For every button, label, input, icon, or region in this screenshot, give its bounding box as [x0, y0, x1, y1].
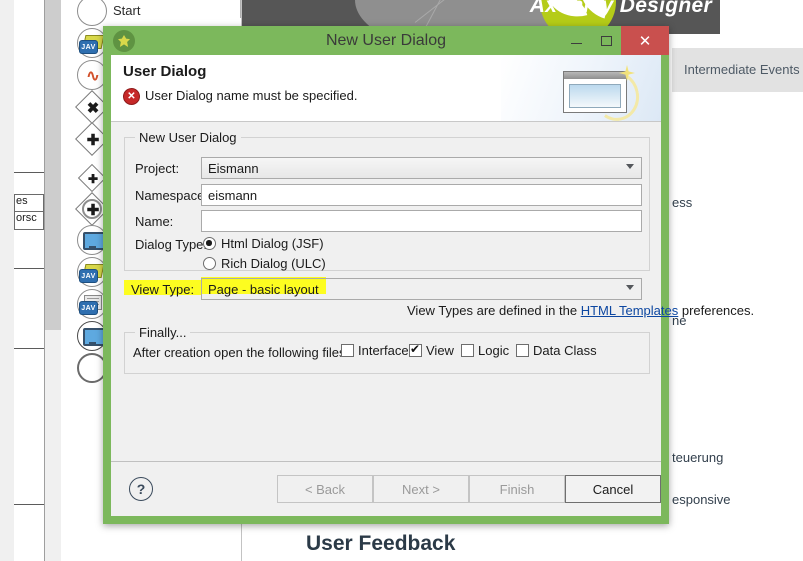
- view-type-combo-value: Page - basic layout: [208, 281, 319, 297]
- cancel-button[interactable]: Cancel: [565, 475, 661, 503]
- radio-label: Html Dialog (JSF): [221, 236, 324, 251]
- outline-column: [14, 0, 45, 561]
- palette-start-row: [105, 0, 241, 18]
- namespace-label: Namespace:: [135, 188, 208, 203]
- group-title: Finally...: [135, 325, 191, 340]
- dialog-heading: User Dialog: [123, 63, 207, 80]
- view-type-label: View Type:: [131, 282, 195, 297]
- maximize-icon: [600, 35, 612, 46]
- dialog-type-label: Dialog Type:: [135, 237, 208, 252]
- chevron-down-icon: [626, 164, 634, 169]
- right-panel: [672, 34, 803, 561]
- project-label: Project:: [135, 161, 180, 176]
- mini-label-field: orsc: [14, 211, 44, 230]
- error-icon: ✕: [123, 88, 140, 105]
- radio-indicator: [203, 257, 216, 270]
- maximize-button[interactable]: [591, 26, 621, 55]
- background-text-fragment: teuerung: [672, 450, 724, 465]
- new-user-dialog-window: New User Dialog ✕ User Dialog ✕ User Dia…: [103, 26, 754, 524]
- html-templates-link[interactable]: HTML Templates: [581, 303, 679, 318]
- window-controls: ✕: [561, 26, 669, 55]
- minimize-button[interactable]: [561, 26, 591, 55]
- background-text-fragment: ess: [672, 195, 693, 210]
- hint-suffix: preferences.: [678, 303, 755, 318]
- editor-left-margin: [0, 0, 15, 561]
- checkbox-logic[interactable]: Logic: [461, 343, 521, 358]
- view-type-combo[interactable]: Page - basic layout: [201, 278, 642, 300]
- chevron-down-icon: [626, 285, 634, 290]
- finish-button[interactable]: Finish: [469, 475, 565, 503]
- checkbox-data-class[interactable]: Data Class: [516, 343, 609, 358]
- group-title: New User Dialog: [135, 130, 241, 145]
- checkbox-label: Data Class: [533, 343, 597, 358]
- radio-label: Rich Dialog (ULC): [221, 256, 326, 271]
- minimize-icon: [570, 42, 582, 45]
- back-button[interactable]: < Back: [277, 475, 373, 503]
- tab-intermediate-events[interactable]: Intermediate Events: [684, 62, 800, 77]
- scrollbar-thumb[interactable]: [45, 0, 61, 330]
- next-button[interactable]: Next >: [373, 475, 469, 503]
- radio-html-dialog[interactable]: Html Dialog (JSF): [203, 236, 324, 251]
- name-input[interactable]: [201, 210, 642, 232]
- dialog-body: User Dialog ✕ User Dialog name must be s…: [111, 55, 754, 516]
- validation-message: User Dialog name must be specified.: [145, 88, 358, 103]
- new-dialog-wizard-icon: [563, 65, 644, 121]
- finally-prompt: After creation open the following files:: [133, 345, 350, 360]
- checkbox-indicator: [516, 344, 529, 357]
- bottom-document-area: User Feedback: [240, 523, 673, 561]
- namespace-input-value: eismann: [208, 187, 258, 203]
- view-type-hint: View Types are defined in the HTML Templ…: [407, 303, 754, 318]
- dialog-title-bar[interactable]: New User Dialog ✕: [103, 26, 669, 55]
- name-label: Name:: [135, 214, 174, 229]
- namespace-input[interactable]: eismann: [201, 184, 642, 206]
- checkbox-label: Interface: [358, 343, 409, 358]
- hint-prefix: View Types are defined in the: [407, 303, 581, 318]
- background-text-fragment: esponsive: [672, 492, 731, 507]
- checkbox-indicator: [409, 342, 422, 357]
- checkbox-view[interactable]: View: [409, 342, 466, 358]
- project-combo-value: Eismann: [208, 160, 259, 176]
- bottom-document-title: User Feedback: [306, 532, 456, 555]
- radio-rich-dialog[interactable]: Rich Dialog (ULC): [203, 256, 326, 271]
- project-combo[interactable]: Eismann: [201, 157, 642, 179]
- screen-root: Axonivy Designer Intermediate Events ess…: [0, 0, 803, 561]
- close-button[interactable]: ✕: [621, 26, 669, 55]
- dialog-header: User Dialog ✕ User Dialog name must be s…: [111, 55, 661, 122]
- checkbox-label: Logic: [478, 343, 510, 358]
- checkbox-indicator: [461, 344, 474, 357]
- radio-indicator: [203, 237, 216, 250]
- checkbox-label: View: [426, 343, 454, 358]
- banner-title: Axonivy Designer: [529, 0, 712, 17]
- dialog-button-bar: ? < Back Next > Finish Cancel: [111, 461, 661, 516]
- checkbox-indicator: [341, 344, 354, 357]
- vertical-scrollbar[interactable]: [45, 0, 61, 561]
- help-button[interactable]: ?: [129, 477, 153, 501]
